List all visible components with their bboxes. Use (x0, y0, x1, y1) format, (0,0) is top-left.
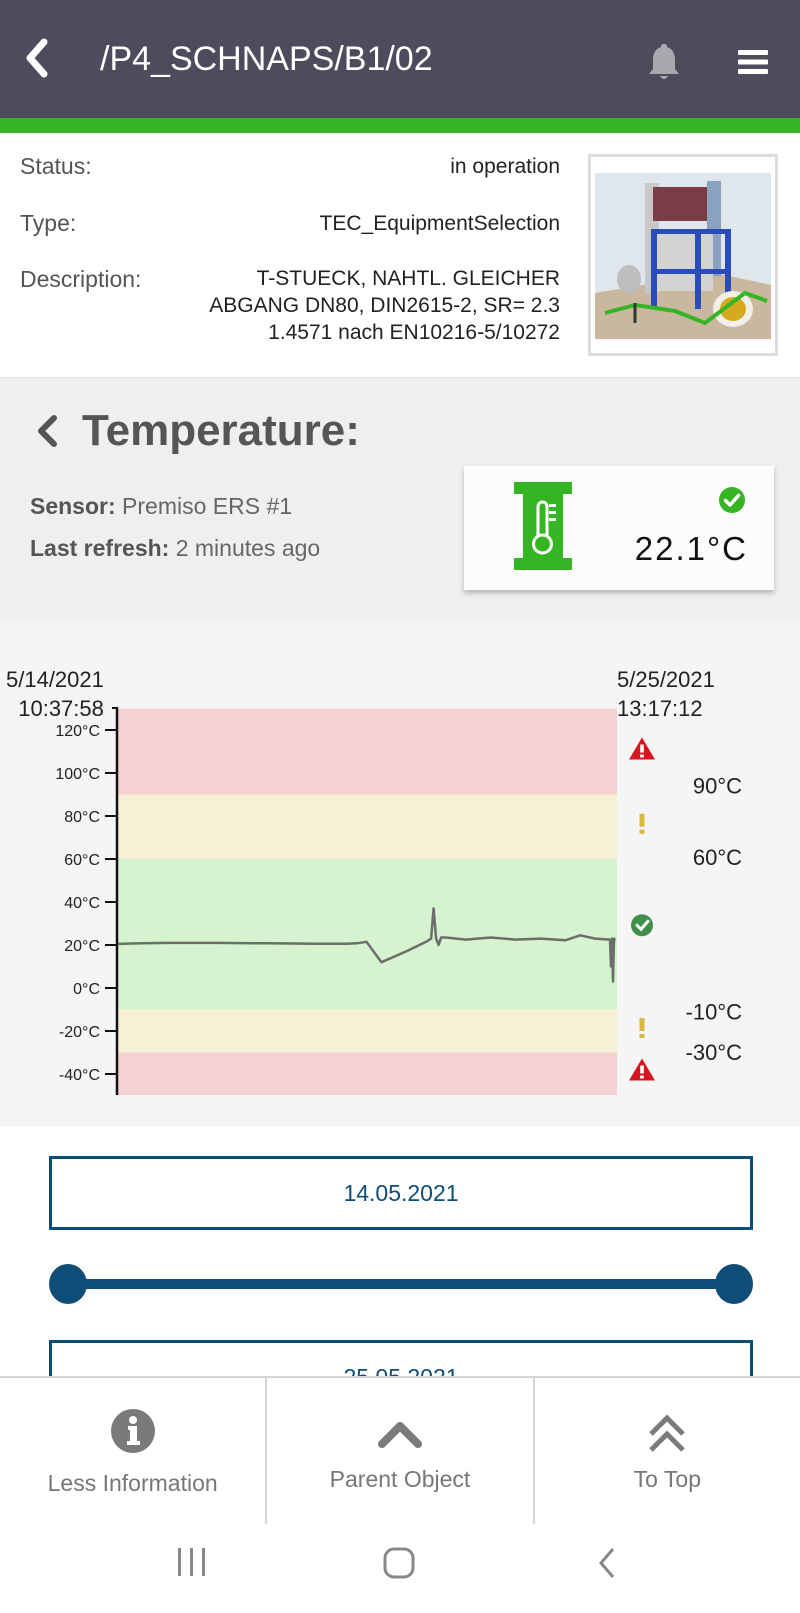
less-information-button[interactable]: Less Information (0, 1378, 268, 1524)
description-label: Description: (20, 266, 142, 292)
double-chevron-up-icon (649, 1414, 686, 1452)
refresh-line: Last refresh: 2 minutes ago (30, 535, 320, 562)
sensor-label: Sensor: (30, 493, 116, 519)
thermometer-icon (514, 482, 572, 570)
status-label: Status: (20, 153, 92, 179)
slider-start-handle[interactable] (49, 1264, 87, 1304)
hamburger-menu-icon[interactable] (736, 48, 770, 76)
exclamation-icon (639, 1018, 645, 1031)
zone-alarm (118, 1052, 617, 1095)
exclamation-dot (639, 1034, 645, 1038)
temperature-title: Temperature: (82, 406, 360, 455)
type-value: TEC_EquipmentSelection (319, 212, 560, 235)
home-icon[interactable] (382, 1546, 416, 1580)
description-line: T-STUECK, NAHTL. GLEICHER (256, 267, 560, 290)
description-line: 1.4571 nach EN10216-5/10272 (268, 321, 560, 344)
description-line: ABGANG DN80, DIN2615-2, SR= 2.3 (209, 294, 560, 317)
zone-warning (118, 794, 617, 859)
y-tick-label: 20°C (64, 938, 100, 955)
y-tick-label: -40°C (59, 1067, 100, 1084)
y-tick-label: 80°C (64, 809, 100, 826)
exclamation-icon (639, 813, 645, 827)
parent-object-button[interactable]: Parent Object (267, 1378, 535, 1524)
y-tick-label: 120°C (55, 723, 100, 740)
parent-object-label: Parent Object (329, 1466, 471, 1492)
equipment-image[interactable] (588, 154, 778, 356)
zone-ok (118, 859, 617, 1010)
current-reading-card[interactable]: 22.1°C (464, 466, 774, 590)
sensor-value: Premiso ERS #1 (122, 493, 293, 519)
exclamation-dot (639, 829, 645, 834)
app-header: /P4_SCHNAPS/B1/02 (0, 0, 800, 118)
check-circle-icon (719, 487, 745, 513)
slider-track[interactable] (67, 1279, 735, 1289)
y-tick-label: 100°C (55, 766, 100, 783)
start-date-input[interactable]: 14.05.2021 (49, 1156, 753, 1230)
y-tick-label: 0°C (73, 981, 100, 998)
alert-triangle-dot (640, 754, 644, 758)
threshold-label: 90°C (693, 774, 742, 799)
status-value: in operation (450, 155, 560, 178)
status-accent-bar (0, 118, 800, 133)
recents-icon[interactable] (176, 1546, 208, 1578)
check-circle-icon (631, 914, 653, 937)
alert-triangle-mark (640, 744, 644, 753)
equipment-model-illustration (595, 173, 771, 339)
info-circle-icon (110, 1409, 155, 1453)
threshold-label: 60°C (693, 845, 742, 870)
system-navigation-bar (0, 1524, 800, 1613)
alert-triangle-mark (640, 1065, 644, 1074)
temperature-chart: 5/14/2021 10:37:58 5/25/2021 13:17:12 12… (0, 621, 800, 1126)
date-range-controls: 14.05.2021 25.05.2021 (0, 1126, 800, 1376)
back-icon[interactable] (596, 1546, 618, 1580)
threshold-label: -10°C (686, 999, 743, 1024)
type-label: Type: (20, 210, 77, 236)
zone-alarm (118, 708, 617, 795)
date-range-slider[interactable] (49, 1264, 753, 1304)
refresh-label: Last refresh: (30, 535, 170, 561)
chevron-up-icon (377, 1422, 422, 1448)
bell-icon[interactable] (646, 42, 682, 82)
end-date-input[interactable]: 25.05.2021 (49, 1340, 753, 1376)
zone-warning (118, 1009, 617, 1053)
chevron-left-icon[interactable] (22, 36, 52, 80)
y-tick-label: -20°C (59, 1024, 100, 1041)
page-title: /P4_SCHNAPS/B1/02 (100, 40, 433, 78)
sensor-line: Sensor: Premiso ERS #1 (30, 493, 292, 520)
chevron-left-icon[interactable] (34, 414, 60, 448)
refresh-value: 2 minutes ago (175, 535, 321, 561)
current-temperature-value: 22.1°C (634, 530, 748, 567)
slider-end-handle[interactable] (715, 1264, 753, 1304)
y-tick-label: 40°C (64, 895, 100, 912)
to-top-label: To Top (633, 1466, 701, 1492)
y-tick-label: 60°C (64, 852, 100, 869)
alert-triangle-dot (640, 1075, 644, 1079)
threshold-label: -30°C (686, 1040, 743, 1065)
description-value: T-STUECK, NAHTL. GLEICHER ABGANG DN80, D… (209, 265, 560, 346)
chart-canvas[interactable]: 120°C 100°C 80°C 60°C 40°C 20°C 0°C -20°C -40°C 9… (0, 621, 800, 1126)
to-top-button[interactable]: To Top (535, 1378, 800, 1524)
temperature-section: Temperature: Sensor: Premiso ERS #1 Last… (0, 377, 800, 622)
temperature-heading[interactable]: Temperature: (34, 406, 360, 456)
bottom-action-bar: Less Information Parent Object To Top (0, 1376, 800, 1526)
less-information-label: Less Information (47, 1470, 218, 1496)
